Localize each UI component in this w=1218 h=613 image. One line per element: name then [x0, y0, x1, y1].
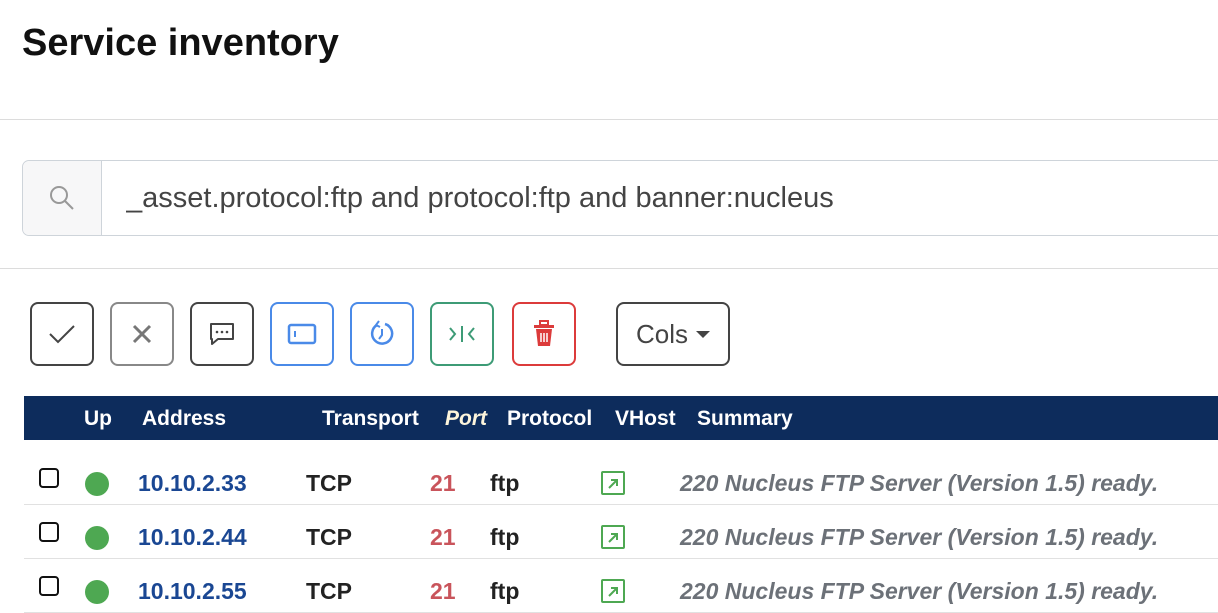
verify-button[interactable]: [30, 302, 94, 366]
search-icon: [23, 161, 102, 235]
col-summary[interactable]: Summary: [697, 407, 793, 431]
summary: 220 Nucleus FTP Server (Version 1.5) rea…: [680, 470, 1159, 496]
merge-button[interactable]: [430, 302, 494, 366]
col-port[interactable]: Port: [445, 407, 487, 431]
external-link-icon[interactable]: [601, 525, 625, 549]
port: 21: [430, 524, 456, 550]
table-row: 10.10.2.55 TCP 21 ftp 220 Nucleus FTP Se…: [24, 559, 1218, 613]
row-checkbox[interactable]: [39, 468, 59, 488]
protocol: ftp: [490, 524, 520, 550]
col-vhost[interactable]: VHost: [615, 407, 676, 431]
port: 21: [430, 470, 456, 496]
columns-dropdown[interactable]: Cols: [616, 302, 730, 366]
row-checkbox[interactable]: [39, 576, 59, 596]
page-title: Service inventory: [22, 22, 339, 64]
trash-icon: [534, 320, 554, 346]
external-link-icon[interactable]: [601, 471, 625, 495]
status-up-icon: [85, 472, 109, 496]
clock-rotate-icon: [370, 320, 394, 345]
summary: 220 Nucleus FTP Server (Version 1.5) rea…: [680, 524, 1159, 550]
x-icon: [132, 324, 152, 344]
row-checkbox[interactable]: [39, 522, 59, 542]
table-header: Up Address Transport Port Protocol VHost…: [24, 396, 1218, 440]
window-icon: [287, 323, 317, 345]
search-bar: [22, 160, 1218, 236]
transport: TCP: [306, 578, 352, 604]
check-icon: [49, 325, 75, 344]
col-protocol[interactable]: Protocol: [507, 407, 592, 431]
divider: [0, 119, 1218, 120]
chat-icon: [210, 323, 234, 345]
protocol: ftp: [490, 470, 520, 496]
transport: TCP: [306, 524, 352, 550]
window-button[interactable]: [270, 302, 334, 366]
reject-button[interactable]: [110, 302, 174, 366]
divider: [0, 268, 1218, 269]
summary: 220 Nucleus FTP Server (Version 1.5) rea…: [680, 578, 1159, 604]
col-up[interactable]: Up: [84, 407, 112, 431]
history-button[interactable]: [350, 302, 414, 366]
protocol: ftp: [490, 578, 520, 604]
port: 21: [430, 578, 456, 604]
address-link[interactable]: 10.10.2.44: [138, 524, 247, 551]
status-up-icon: [85, 580, 109, 604]
caret-down-icon: [696, 330, 710, 338]
cols-label: Cols: [635, 318, 688, 349]
col-transport[interactable]: Transport: [322, 407, 419, 431]
comment-button[interactable]: [190, 302, 254, 366]
delete-button[interactable]: [512, 302, 576, 366]
table-row: 10.10.2.44 TCP 21 ftp 220 Nucleus FTP Se…: [24, 505, 1218, 559]
collapse-icon: [449, 326, 475, 342]
external-link-icon[interactable]: [601, 579, 625, 603]
table-row: 10.10.2.33 TCP 21 ftp 220 Nucleus FTP Se…: [24, 451, 1218, 505]
address-link[interactable]: 10.10.2.33: [138, 470, 247, 497]
search-input[interactable]: [102, 161, 1218, 235]
transport: TCP: [306, 470, 352, 496]
address-link[interactable]: 10.10.2.55: [138, 578, 247, 605]
col-address[interactable]: Address: [142, 407, 226, 431]
status-up-icon: [85, 526, 109, 550]
